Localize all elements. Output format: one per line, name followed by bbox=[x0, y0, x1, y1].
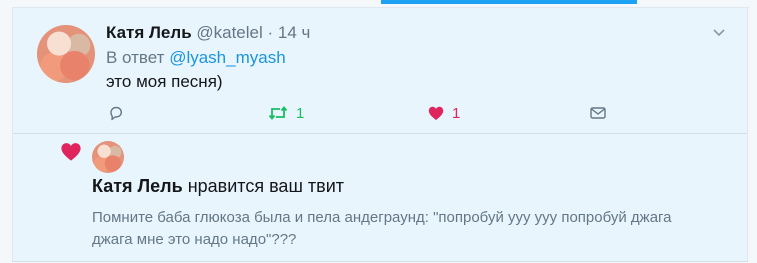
reply-prefix: В ответ bbox=[106, 48, 165, 67]
retweet-icon bbox=[268, 106, 288, 120]
direct-message-button[interactable] bbox=[590, 104, 606, 122]
avatar[interactable] bbox=[37, 25, 95, 83]
reply-mention-link[interactable]: @lyash_myash bbox=[169, 48, 285, 67]
tweet-header: Катя Лель @katelel · 14 ч bbox=[106, 23, 310, 43]
tweet-text: это моя песня) bbox=[106, 72, 223, 91]
notification-action-text: нравится ваш твит bbox=[187, 176, 344, 196]
chevron-down-icon[interactable] bbox=[713, 28, 725, 38]
retweet-button[interactable]: 1 bbox=[268, 104, 304, 122]
retweet-count: 1 bbox=[296, 104, 305, 122]
separator: · bbox=[267, 23, 274, 42]
notification-avatar[interactable] bbox=[92, 141, 124, 173]
divider bbox=[12, 261, 748, 262]
notification-actor-name[interactable]: Катя Лель bbox=[92, 176, 183, 196]
like-button[interactable]: 1 bbox=[428, 104, 460, 122]
notification-title: Катя Лель нравится ваш твит bbox=[92, 176, 344, 197]
liked-tweet-text: Помните баба глюкоза была и пела андегра… bbox=[92, 209, 672, 248]
author-name[interactable]: Катя Лель bbox=[106, 23, 192, 42]
reply-icon bbox=[110, 106, 122, 121]
author-handle[interactable]: @katelel bbox=[196, 23, 262, 42]
like-count: 1 bbox=[452, 104, 461, 122]
active-tab-indicator bbox=[381, 0, 637, 4]
reply-button[interactable] bbox=[108, 104, 124, 122]
heart-icon bbox=[61, 143, 81, 161]
tweet-timestamp[interactable]: 14 ч bbox=[278, 23, 311, 42]
reply-context: В ответ @lyash_myash bbox=[106, 48, 286, 68]
reply-tweet[interactable]: Катя Лель @katelel · 14 ч В ответ @lyash… bbox=[13, 8, 747, 134]
heart-icon bbox=[428, 106, 444, 120]
envelope-icon bbox=[590, 107, 606, 119]
